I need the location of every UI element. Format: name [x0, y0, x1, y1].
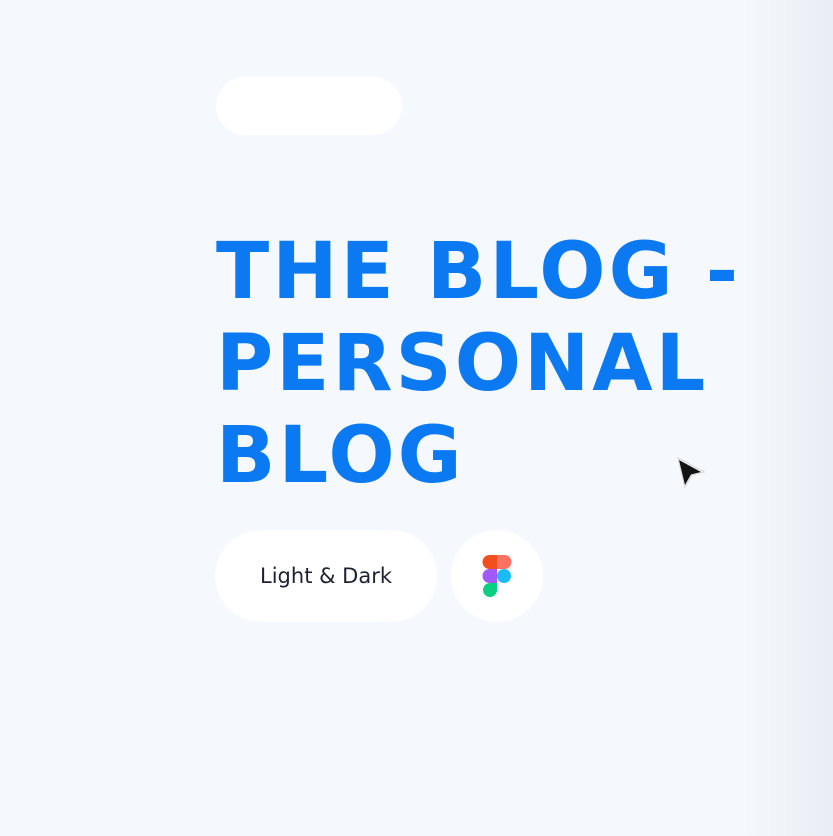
figma-icon-middle-right: [497, 569, 511, 583]
light-dark-theme-label: Light & Dark: [260, 564, 392, 588]
figma-icon-top-right: [497, 555, 512, 569]
top-pill-placeholder: [216, 77, 402, 135]
light-dark-theme-button[interactable]: Light & Dark: [215, 530, 437, 622]
figma-icon-middle-left: [482, 569, 497, 583]
page-title-line-1: THE BLOG -: [216, 227, 742, 317]
figma-icon: [482, 555, 512, 597]
figma-badge[interactable]: [451, 530, 543, 622]
mouse-pointer-icon: [677, 457, 706, 489]
page-title-line-2: PERSONAL: [216, 319, 709, 409]
figma-icon-bottom: [483, 583, 497, 597]
figma-icon-top-left: [482, 555, 497, 569]
